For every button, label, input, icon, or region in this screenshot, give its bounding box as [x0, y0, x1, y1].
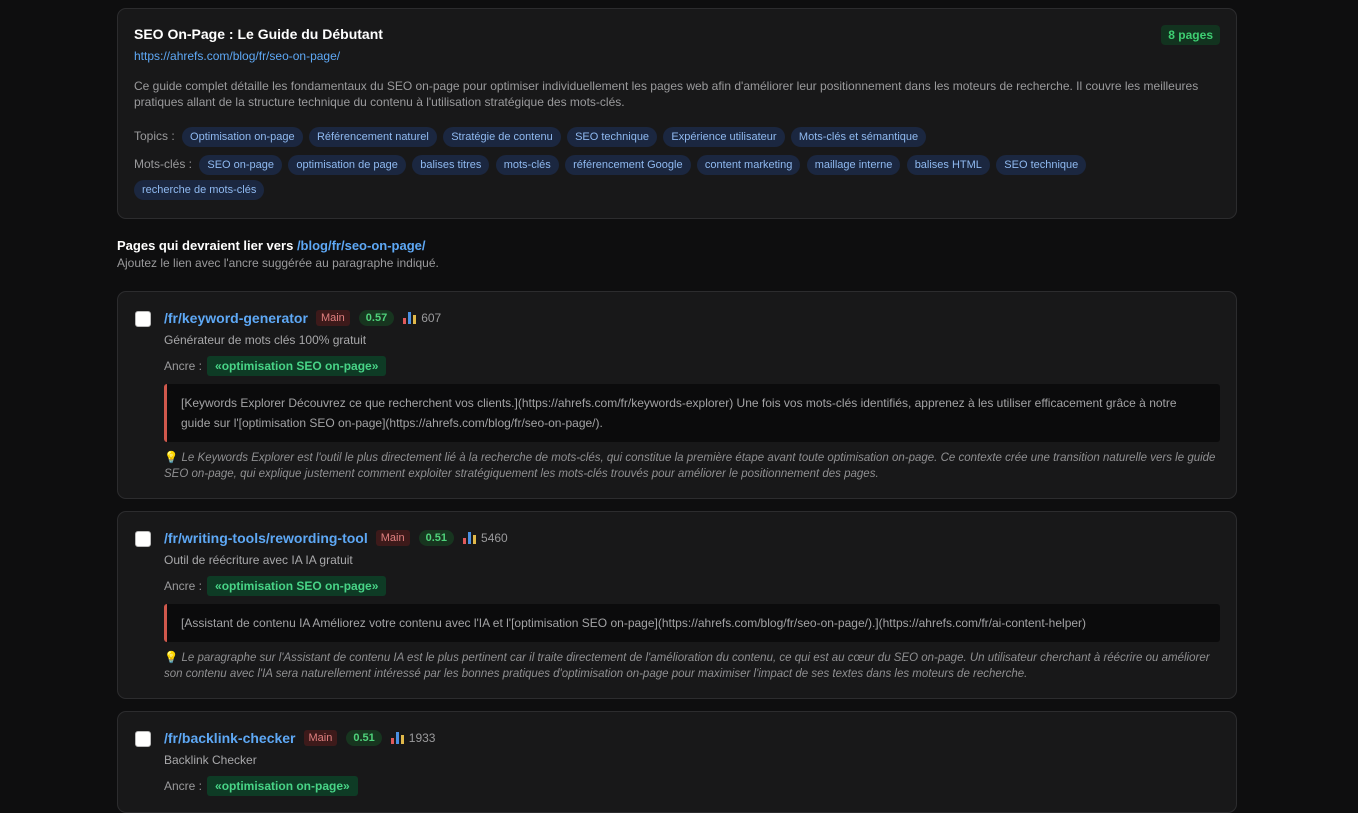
keyword-chip: recherche de mots-clés	[134, 180, 265, 200]
main-badge: Main	[375, 530, 410, 546]
suggestion-card: /fr/backlink-checker Main 0.51 1933 Back…	[117, 711, 1237, 813]
suggestion-card: /fr/writing-tools/rewording-tool Main 0.…	[117, 511, 1237, 699]
section-title-path: /blog/fr/seo-on-page/	[296, 238, 426, 253]
traffic-stat: 5460	[463, 531, 508, 545]
topics-label: Topics :	[134, 129, 175, 143]
reason-text: 💡 Le Keywords Explorer est l'outil le pl…	[164, 450, 1220, 482]
paragraph-quote: [Assistant de contenu IA Améliorez votre…	[164, 604, 1220, 642]
section-title: Pages qui devraient lier vers /blog/fr/s…	[117, 238, 1237, 253]
anchor-label: Ancre :	[164, 359, 203, 373]
topic-chip: Expérience utilisateur	[663, 127, 785, 147]
anchor-label: Ancre :	[164, 579, 203, 593]
keyword-chip: balises titres	[412, 155, 490, 175]
topic-chip: Stratégie de contenu	[443, 127, 561, 147]
anchor-chip: «optimisation SEO on-page»	[207, 576, 387, 596]
keyword-chip: maillage interne	[806, 155, 901, 175]
topics-row: Topics : Optimisation on-page Référencem…	[134, 124, 1220, 149]
main-badge: Main	[303, 730, 338, 746]
keyword-chip: mots-clés	[495, 155, 559, 175]
keywords-row: Mots-clés : SEO on-page optimisation de …	[134, 152, 1220, 202]
target-description: Ce guide complet détaille les fondamenta…	[134, 79, 1199, 109]
keywords-label: Mots-clés :	[134, 157, 193, 171]
anchor-row: Ancre : «optimisation SEO on-page»	[164, 356, 1220, 376]
source-page-link[interactable]: /fr/backlink-checker	[164, 730, 296, 746]
score-badge: 0.57	[358, 310, 395, 326]
score-badge: 0.51	[418, 530, 455, 546]
select-checkbox[interactable]	[135, 311, 151, 327]
anchor-chip: «optimisation SEO on-page»	[207, 356, 387, 376]
section-subtitle: Ajoutez le lien avec l'ancre suggérée au…	[117, 256, 439, 270]
traffic-value: 1933	[408, 731, 436, 745]
score-badge: 0.51	[346, 730, 382, 746]
paragraph-quote: [Keywords Explorer Découvrez ce que rech…	[164, 384, 1220, 442]
section-title-prefix: Pages qui devraient lier vers	[117, 238, 294, 253]
main-badge: Main	[315, 310, 350, 326]
anchor-row: Ancre : «optimisation on-page»	[164, 776, 1220, 796]
keyword-chip: référencement Google	[565, 155, 691, 175]
bar-chart-icon	[463, 532, 477, 544]
page-description: Générateur de mots clés 100% gratuit	[164, 333, 367, 347]
bar-chart-icon	[390, 732, 404, 744]
anchor-chip: «optimisation on-page»	[207, 776, 358, 796]
select-checkbox[interactable]	[135, 731, 151, 747]
select-checkbox[interactable]	[135, 531, 151, 547]
anchor-row: Ancre : «optimisation SEO on-page»	[164, 576, 1220, 596]
pages-count-badge: 8 pages	[1161, 25, 1220, 45]
keyword-chip: SEO on-page	[199, 155, 283, 175]
topic-chip: SEO technique	[567, 127, 658, 147]
lightbulb-icon: 💡	[164, 652, 179, 664]
keyword-chip: SEO technique	[996, 155, 1087, 175]
anchor-label: Ancre :	[164, 779, 203, 793]
topic-chip: Référencement naturel	[308, 127, 437, 147]
target-url-link[interactable]: https://ahrefs.com/blog/fr/seo-on-page/	[134, 49, 1220, 63]
keyword-chip: content marketing	[696, 155, 801, 175]
suggestion-card: /fr/keyword-generator Main 0.57 607 Géné…	[117, 291, 1237, 499]
traffic-stat: 607	[403, 311, 441, 325]
page-description: Backlink Checker	[164, 753, 257, 767]
section-header: Pages qui devraient lier vers /blog/fr/s…	[117, 238, 1237, 270]
lightbulb-icon: 💡	[164, 452, 179, 464]
reason-value: Le paragraphe sur l'Assistant de contenu…	[164, 652, 1210, 680]
keyword-chip: optimisation de page	[288, 155, 406, 175]
target-summary-card: SEO On-Page : Le Guide du Débutant 8 pag…	[117, 8, 1237, 219]
traffic-value: 5460	[481, 531, 508, 545]
traffic-stat: 1933	[390, 731, 436, 745]
keyword-chip: balises HTML	[906, 155, 990, 175]
source-page-link[interactable]: /fr/writing-tools/rewording-tool	[164, 530, 368, 546]
topic-chip: Optimisation on-page	[182, 127, 303, 147]
source-page-link[interactable]: /fr/keyword-generator	[164, 310, 308, 326]
traffic-value: 607	[421, 311, 442, 325]
page-description: Outil de réécriture avec IA IA gratuit	[164, 553, 353, 567]
reason-value: Le Keywords Explorer est l'outil le plus…	[164, 452, 1216, 480]
topic-chip: Mots-clés et sémantique	[790, 127, 927, 147]
bar-chart-icon	[403, 312, 417, 324]
reason-text: 💡 Le paragraphe sur l'Assistant de conte…	[164, 650, 1220, 682]
content-wrapper: SEO On-Page : Le Guide du Débutant 8 pag…	[117, 8, 1237, 813]
target-title: SEO On-Page : Le Guide du Débutant	[134, 26, 383, 42]
